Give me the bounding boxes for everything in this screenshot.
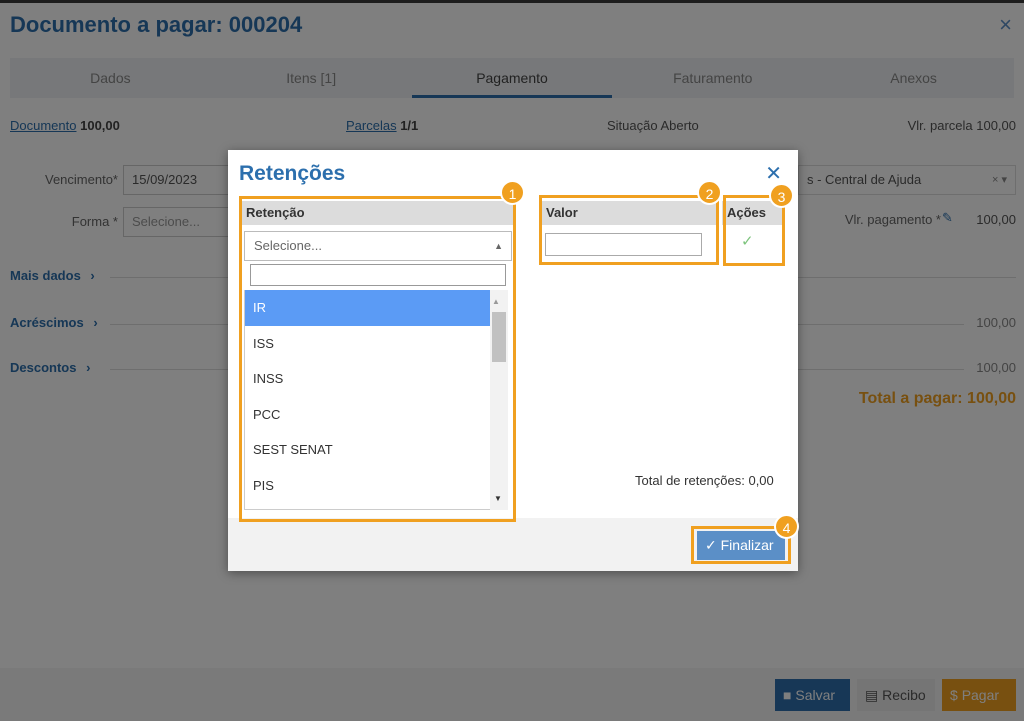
modal-title: Retenções [239, 162, 346, 185]
step-badge-3: 3 [769, 183, 794, 208]
step-badge-1: 1 [500, 180, 525, 205]
step-badge-4: 4 [774, 514, 799, 539]
step-badge-2: 2 [697, 180, 722, 205]
highlight-valor [539, 195, 719, 265]
retencoes-modal: Retenções ✕ Retenção Valor Ações Selecio… [228, 150, 799, 571]
total-retencoes: Total de retenções: 0,00 [635, 473, 774, 488]
highlight-retencao [239, 196, 516, 522]
